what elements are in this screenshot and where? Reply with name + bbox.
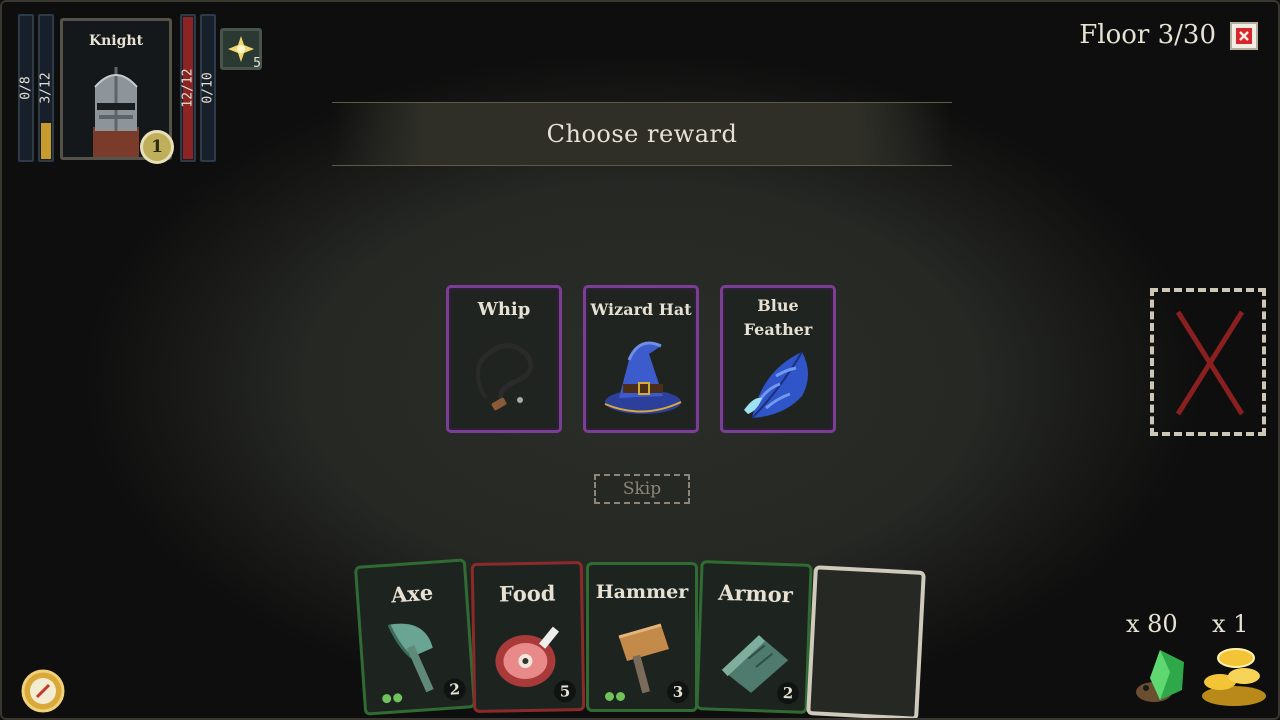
card-value: 2 [443,677,467,702]
rarity-dots [381,693,403,704]
cross-icon [1175,310,1245,416]
level-badge: 1 [140,130,174,164]
gem-icon [1136,650,1184,702]
health-value: 12/12 [180,68,196,108]
blue-feather-icon [744,351,808,419]
reward-card-wizard-hat[interactable]: Wizard Hat [583,285,699,433]
banner-title: Choose reward [546,120,738,148]
hand-card-title: Axe [390,579,434,608]
experience-value: 3/12 [38,72,54,104]
reward-card-title: Blue Feather [723,294,833,342]
whip-icon [476,343,534,411]
reward-card-whip[interactable]: Whip [446,285,562,433]
reward-card-title-line2: Feather [743,320,813,339]
gem-count: x 80 [1126,610,1178,638]
card-value: 5 [553,680,577,703]
hand-card-hammer[interactable]: Hammer 3 [586,562,698,712]
buff-slot[interactable]: 5 [220,28,262,71]
rarity-dots [605,692,625,701]
hand-card-title: Hammer [595,581,689,603]
armor-bar: 0/10 [200,14,216,162]
reward-card-blue-feather[interactable]: Blue Feather [720,285,836,433]
sparkle-icon [228,36,254,62]
coin-count: x 1 [1212,610,1249,638]
reward-card-title-line1: Blue [757,296,799,315]
mana-bar: 0/8 [18,14,34,162]
reward-banner: Choose reward [332,102,952,166]
hero-name: Knight [88,33,144,49]
buff-count: 5 [253,56,261,71]
game-screen: 0/8 3/12 Knight 1 12/12 0/10 5 Floor 3/3… [0,0,1280,720]
mana-value: 0/8 [18,76,34,100]
health-bar: 12/12 [180,14,196,162]
hand-card-title: Armor [717,579,794,608]
wizard-hat-icon [604,341,682,414]
hand-card-armor[interactable]: Armor 2 [695,560,813,714]
card-value: 2 [776,681,800,705]
floor-indicator: Floor 3/30 [1079,20,1216,50]
discard-slot[interactable] [1150,288,1266,436]
hand-card-axe[interactable]: Axe 2 [353,558,477,716]
hand-card-title: Food [498,580,556,607]
card-value: 3 [667,681,689,703]
exit-button[interactable] [1230,22,1258,50]
skip-button[interactable]: Skip [594,474,690,504]
close-icon [1236,28,1252,44]
hand-card-empty-slot[interactable] [806,565,926,718]
compass-icon[interactable] [20,668,66,714]
experience-bar: 3/12 [38,14,54,162]
armor-value: 0/10 [200,72,216,104]
hand-card-food[interactable]: Food 5 [470,561,586,713]
coins-icon [1202,648,1266,706]
reward-card-title: Whip [477,299,531,320]
reward-card-title: Wizard Hat [590,300,692,319]
